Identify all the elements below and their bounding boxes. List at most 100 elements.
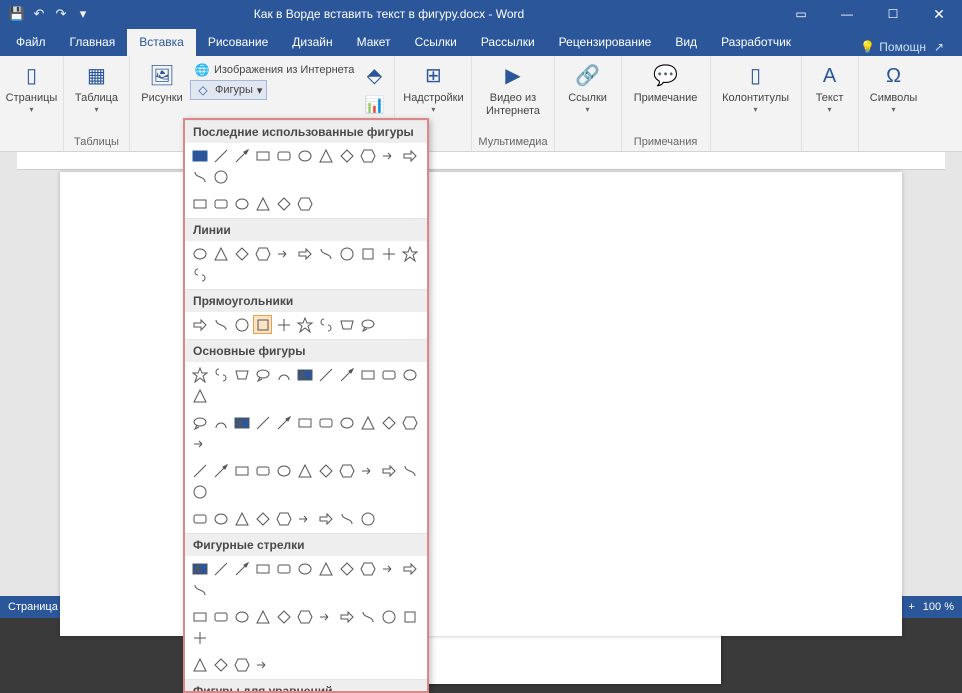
shape-item[interactable]: [211, 607, 230, 626]
shape-item[interactable]: [211, 559, 230, 578]
shape-item[interactable]: [295, 413, 314, 432]
shape-item[interactable]: [316, 315, 335, 334]
shape-item[interactable]: [337, 244, 356, 263]
shape-item[interactable]: [190, 461, 209, 480]
shape-item[interactable]: [400, 559, 419, 578]
shape-item[interactable]: [379, 365, 398, 384]
shape-item[interactable]: [274, 365, 293, 384]
shape-item[interactable]: [358, 146, 377, 165]
shape-item[interactable]: [337, 413, 356, 432]
shape-item[interactable]: [232, 607, 251, 626]
shape-item[interactable]: [190, 386, 209, 405]
online-video-button[interactable]: ▶ Видео из Интернета: [480, 60, 546, 120]
shape-item[interactable]: [232, 655, 251, 674]
shape-item[interactable]: [232, 509, 251, 528]
shape-item[interactable]: [253, 315, 272, 334]
tab-разработчик[interactable]: Разработчик: [709, 29, 803, 56]
shape-item[interactable]: [295, 509, 314, 528]
tab-макет[interactable]: Макет: [345, 29, 403, 56]
smartart-chart-button[interactable]: ⬘ 📊: [360, 60, 388, 124]
shape-item[interactable]: [190, 413, 209, 432]
shape-item[interactable]: [379, 607, 398, 626]
shape-item[interactable]: [316, 509, 335, 528]
shape-item[interactable]: [358, 315, 377, 334]
shape-item[interactable]: [232, 559, 251, 578]
shape-item[interactable]: [337, 461, 356, 480]
shape-item[interactable]: [211, 194, 230, 213]
save-icon[interactable]: 💾: [8, 5, 26, 23]
shape-item[interactable]: A: [190, 146, 209, 165]
shape-item[interactable]: [190, 315, 209, 334]
shape-item[interactable]: [253, 194, 272, 213]
shape-item[interactable]: [211, 413, 230, 432]
shape-item[interactable]: [253, 559, 272, 578]
shape-item[interactable]: [337, 315, 356, 334]
shape-item[interactable]: [211, 244, 230, 263]
zoom-level[interactable]: 100 %: [923, 601, 954, 613]
online-images-button[interactable]: 🌐 Изображения из Интернета: [190, 60, 358, 80]
shape-item[interactable]: [211, 509, 230, 528]
shape-item[interactable]: [190, 167, 209, 186]
shape-item[interactable]: [211, 655, 230, 674]
shape-item[interactable]: [358, 607, 377, 626]
shapes-button[interactable]: ◇ Фигуры ▾: [190, 80, 267, 100]
shape-item[interactable]: [379, 413, 398, 432]
symbols-button[interactable]: Ω Символы▾: [865, 60, 923, 117]
shape-item[interactable]: A: [232, 413, 251, 432]
shape-item[interactable]: [358, 509, 377, 528]
shape-item[interactable]: [358, 461, 377, 480]
shapes-gallery[interactable]: Последние использованные фигурыAЛинииПря…: [183, 118, 429, 693]
shape-item[interactable]: [232, 244, 251, 263]
shape-item[interactable]: [274, 509, 293, 528]
table-button[interactable]: ▦ Таблица ▾: [67, 60, 127, 117]
shape-item[interactable]: [379, 559, 398, 578]
shape-item[interactable]: [295, 244, 314, 263]
shape-item[interactable]: [190, 628, 209, 647]
tab-главная[interactable]: Главная: [58, 29, 128, 56]
minimize-icon[interactable]: —: [824, 0, 870, 28]
shape-item[interactable]: [337, 146, 356, 165]
shape-item[interactable]: [358, 559, 377, 578]
shape-item[interactable]: [379, 461, 398, 480]
shape-item[interactable]: [211, 167, 230, 186]
undo-icon[interactable]: ↶: [30, 5, 48, 23]
shape-item[interactable]: [190, 607, 209, 626]
text-button[interactable]: A Текст▾: [808, 60, 852, 117]
shape-item[interactable]: [295, 315, 314, 334]
shape-item[interactable]: [190, 482, 209, 501]
shape-item[interactable]: [274, 559, 293, 578]
tab-ссылки[interactable]: Ссылки: [403, 29, 469, 56]
shape-item[interactable]: [316, 461, 335, 480]
shape-item[interactable]: [232, 146, 251, 165]
shape-item[interactable]: [253, 146, 272, 165]
tab-дизайн[interactable]: Дизайн: [280, 29, 344, 56]
shape-item[interactable]: [190, 655, 209, 674]
shape-item[interactable]: [295, 146, 314, 165]
shape-item[interactable]: [274, 461, 293, 480]
shape-item[interactable]: [316, 244, 335, 263]
zoom-slider[interactable]: [800, 606, 900, 609]
shape-item[interactable]: [253, 607, 272, 626]
shape-item[interactable]: A: [295, 365, 314, 384]
shape-item[interactable]: [400, 365, 419, 384]
shape-item[interactable]: [400, 244, 419, 263]
tab-рисование[interactable]: Рисование: [196, 29, 280, 56]
shape-item[interactable]: [337, 559, 356, 578]
shape-item[interactable]: [190, 434, 209, 453]
headers-button[interactable]: ▯ Колонтитулы▾: [717, 60, 795, 117]
shape-item[interactable]: [316, 559, 335, 578]
tab-вид[interactable]: Вид: [663, 29, 709, 56]
shape-item[interactable]: [316, 607, 335, 626]
shape-item[interactable]: [190, 194, 209, 213]
shape-item[interactable]: A: [190, 559, 209, 578]
shape-item[interactable]: [190, 244, 209, 263]
shape-item[interactable]: [190, 509, 209, 528]
pages-button[interactable]: ▯ Страницы ▾: [2, 60, 62, 117]
qat-more-icon[interactable]: ▾: [74, 5, 92, 23]
shape-item[interactable]: [295, 461, 314, 480]
shape-item[interactable]: [379, 244, 398, 263]
maximize-icon[interactable]: ☐: [870, 0, 916, 28]
links-button[interactable]: 🔗 Ссылки▾: [561, 60, 615, 117]
shape-item[interactable]: [253, 461, 272, 480]
shape-item[interactable]: [274, 315, 293, 334]
